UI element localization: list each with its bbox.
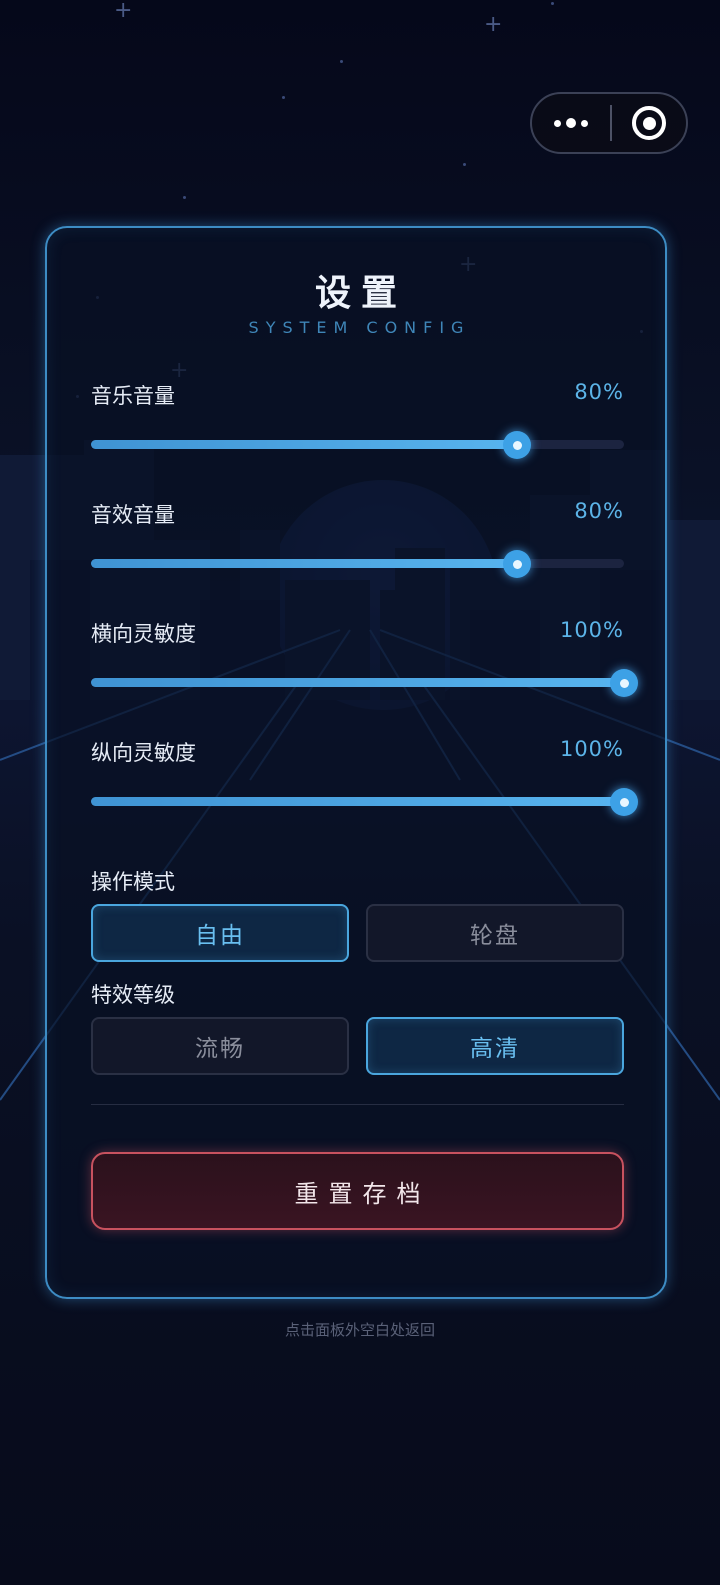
close-button[interactable]: [612, 94, 686, 152]
slider-thumb[interactable]: [610, 669, 638, 697]
music-volume-slider[interactable]: [91, 431, 624, 459]
horizontal-sensitivity-value: 100%: [559, 618, 624, 642]
star: [340, 60, 343, 63]
slider-thumb[interactable]: [610, 788, 638, 816]
control-mode-free-button[interactable]: 自由: [91, 904, 349, 962]
vertical-sensitivity-value: 100%: [559, 737, 624, 761]
music-volume-value: 80%: [574, 380, 624, 404]
sfx-volume-slider[interactable]: [91, 550, 624, 578]
star: [551, 2, 554, 5]
control-mode-wheel-button[interactable]: 轮盘: [366, 904, 624, 962]
settings-panel: 设置 SYSTEM CONFIG 音乐音量 80% 音效音量 80% 横向灵敏度…: [45, 226, 667, 1299]
slider-fill: [91, 678, 624, 687]
slider-thumb[interactable]: [503, 550, 532, 578]
more-dots-icon: [554, 118, 588, 128]
panel-title: 设置: [314, 273, 407, 314]
star: [282, 96, 285, 99]
panel-subtitle: SYSTEM CONFIG: [248, 318, 471, 337]
divider: [91, 1104, 624, 1105]
music-volume-label: 音乐音量: [91, 384, 175, 408]
effects-hd-button[interactable]: 高清: [366, 1017, 624, 1075]
mini-program-capsule: [530, 92, 688, 154]
sfx-volume-value: 80%: [574, 499, 624, 523]
slider-fill: [91, 797, 624, 806]
target-icon: [632, 106, 666, 140]
star: [183, 196, 186, 199]
sparkle-icon: +: [484, 12, 503, 37]
horizontal-sensitivity-slider[interactable]: [91, 669, 638, 697]
sfx-volume-label: 音效音量: [91, 503, 175, 527]
sfx-volume-setting: 音效音量 80%: [91, 499, 624, 609]
slider-fill: [91, 559, 518, 568]
vertical-sensitivity-slider[interactable]: [91, 788, 638, 816]
star: [463, 163, 466, 166]
control-mode-label: 操作模式: [91, 870, 175, 894]
slider-thumb[interactable]: [503, 431, 532, 459]
vertical-sensitivity-label: 纵向灵敏度: [91, 741, 196, 765]
return-hint: 点击面板外空白处返回: [284, 1321, 435, 1339]
effects-level-label: 特效等级: [91, 983, 175, 1007]
slider-fill: [91, 440, 518, 449]
horizontal-sensitivity-setting: 横向灵敏度 100%: [91, 618, 638, 728]
effects-smooth-button[interactable]: 流畅: [91, 1017, 349, 1075]
horizontal-sensitivity-label: 横向灵敏度: [91, 622, 196, 646]
more-button[interactable]: [532, 94, 610, 152]
sparkle-icon: +: [114, 0, 133, 23]
vertical-sensitivity-setting: 纵向灵敏度 100%: [91, 737, 638, 847]
music-volume-setting: 音乐音量 80%: [91, 380, 624, 490]
reset-save-button[interactable]: 重置存档: [91, 1152, 624, 1230]
